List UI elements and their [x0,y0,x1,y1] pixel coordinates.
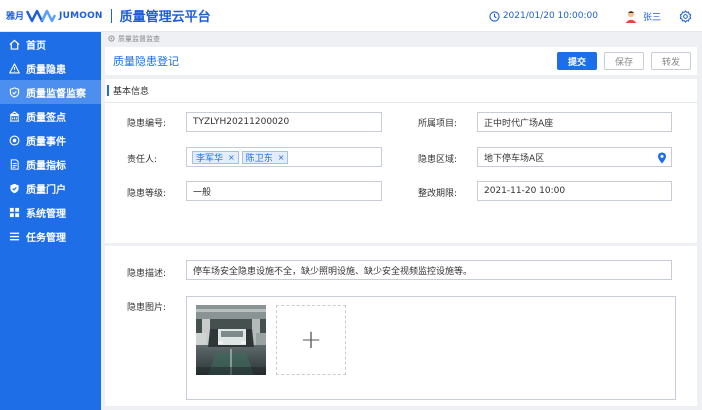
main-content: 质量监督监查 质量隐患登记 提交 保存 转发 基本信息 隐患编号: TYZLYH… [101,32,702,410]
current-datetime: 2021/01/20 10:00:00 [502,11,598,21]
sidebar-item-label: 质量隐患 [26,64,66,76]
area-label: 隐患区域: [418,155,458,165]
building-icon [9,110,20,122]
project-label: 所属项目: [418,119,458,129]
image-upload-area: + [186,296,676,400]
shield-check-icon [9,183,20,194]
logo: 雅月 JUMOON [6,0,103,32]
sidebar-item-quality-hazards[interactable]: 质量隐患 [0,56,101,80]
hazard-photo-thumbnail[interactable] [196,305,266,375]
page-title: 质量隐患登记 [113,55,179,68]
map-pin-icon[interactable] [657,152,667,164]
warning-icon [9,62,20,74]
top-header: 雅月 JUMOON 质量管理云平台 2021/01/20 10:00:00 张三 [0,0,702,32]
sidebar-item-quality-checkpoints[interactable]: 质量签点 [0,104,101,128]
description-field[interactable]: 停车场安全隐患设施不全，缺少照明设施、缺少安全视频监控设施等。 [186,260,672,280]
settings-icon[interactable] [679,9,692,23]
owner-tag[interactable]: 陈卫东 × [241,150,289,164]
forward-button[interactable]: 转发 [651,52,691,70]
shield-icon [9,86,20,98]
add-image-button[interactable]: + [276,305,346,375]
save-button[interactable]: 保存 [604,52,644,70]
basic-info-card: 基本信息 隐患编号: TYZLYH20211200020 所属项目: 正中时代广… [105,79,697,243]
description-card: 隐患描述: 停车场安全隐患设施不全，缺少照明设施、缺少安全视频监控设施等。 隐患… [105,246,697,406]
grid-icon [9,207,20,218]
section-accent-bar [107,85,109,96]
hazard-id-field[interactable]: TYZLYH20211200020 [186,112,382,132]
level-label: 隐患等级: [127,189,167,199]
sidebar-item-label: 质量门户 [26,184,66,196]
logo-mark-icon [26,9,57,22]
project-value: 正中时代广场A座 [484,118,554,129]
hazard-id-value: TYZLYH20211200020 [193,117,290,127]
breadcrumb: 质量监督监查 [101,32,702,45]
sidebar-item-label: 质量监督监察 [26,88,86,100]
owner-tag-label: 陈卫东 [245,153,273,164]
owner-label: 责任人: [127,155,158,165]
sidebar-item-task-management[interactable]: 任务管理 [0,224,101,248]
sidebar-item-label: 任务管理 [26,232,66,244]
document-icon [9,158,20,170]
close-icon[interactable]: × [278,153,285,162]
owner-tag-label: 李军华 [196,153,224,164]
close-icon[interactable]: × [228,153,235,162]
parking-garage-photo [196,305,266,375]
submit-button[interactable]: 提交 [557,52,597,70]
avatar[interactable] [624,9,638,23]
section-header: 基本信息 [105,79,697,103]
project-field[interactable]: 正中时代广场A座 [477,112,672,132]
sidebar-item-label: 首页 [26,40,46,52]
username[interactable]: 张三 [643,10,661,23]
sidebar-item-quality-events[interactable]: 质量事件 [0,128,101,152]
sidebar-item-quality-metrics[interactable]: 质量指标 [0,152,101,176]
owner-field[interactable]: 李军华 × 陈卫东 × [186,147,382,167]
logo-cn-text: 雅月 [6,12,25,22]
level-value: 一般 [193,187,212,198]
deadline-value: 2021-11-20 10:00 [484,186,566,196]
deadline-label: 整改期限: [418,189,458,199]
sidebar: 首页 质量隐患 质量监督监察 质量签点 质量事件 质量指标 质量门户 系统管理 … [0,32,101,410]
description-value: 停车场安全隐患设施不全，缺少照明设施、缺少安全视频监控设施等。 [193,266,473,277]
sidebar-item-label: 系统管理 [26,208,66,220]
sidebar-item-label: 质量指标 [26,160,66,172]
clock-icon [489,10,500,22]
sidebar-item-label: 质量事件 [26,136,66,148]
level-field[interactable]: 一般 [186,181,382,201]
target-icon [9,135,20,146]
area-value: 地下停车场A区 [484,153,545,164]
page-titlebar: 质量隐患登记 提交 保存 转发 [105,47,697,75]
area-field[interactable]: 地下停车场A区 [477,147,672,167]
logo-en-text: JUMOON [59,10,103,21]
owner-tag[interactable]: 李军华 × [192,150,239,164]
sidebar-item-system-management[interactable]: 系统管理 [0,200,101,224]
sidebar-item-quality-portal[interactable]: 质量门户 [0,176,101,200]
location-dot-icon [108,35,115,42]
breadcrumb-text[interactable]: 质量监督监查 [118,34,160,44]
header-divider [110,8,112,23]
description-label: 隐患描述: [127,269,167,279]
section-title: 基本信息 [113,87,150,97]
images-label: 隐患图片: [127,303,167,313]
hazard-id-label: 隐患编号: [127,119,167,129]
plus-icon: + [300,325,322,355]
sidebar-item-label: 质量签点 [26,112,66,124]
sidebar-item-home[interactable]: 首页 [0,32,101,56]
home-icon [9,39,20,50]
deadline-field[interactable]: 2021-11-20 10:00 [477,181,672,201]
list-icon [9,231,20,242]
app-title: 质量管理云平台 [119,10,211,25]
sidebar-item-quality-supervision[interactable]: 质量监督监察 [0,80,101,104]
